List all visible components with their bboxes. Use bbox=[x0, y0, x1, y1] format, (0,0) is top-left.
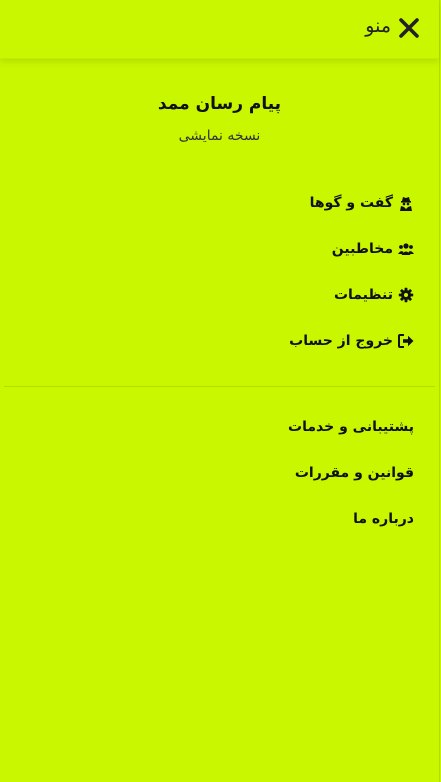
menu-item-about[interactable]: درباره ما bbox=[0, 496, 439, 542]
menu-item-contacts[interactable]: مخاطبین bbox=[0, 226, 439, 272]
menu-item-label: گفت و گوها bbox=[309, 195, 393, 211]
users-icon bbox=[398, 241, 414, 257]
menu-item-support[interactable]: پشتیبانی و خدمات bbox=[0, 404, 439, 450]
menu-item-label: قوانین و مقررات bbox=[294, 465, 414, 481]
menu-divider bbox=[4, 386, 435, 387]
drawer-header: منو bbox=[0, 0, 439, 59]
user-secret-icon bbox=[398, 195, 414, 211]
gear-icon bbox=[398, 287, 414, 303]
menu-item-label: خروج از حساب bbox=[289, 333, 393, 349]
drawer-title: منو bbox=[365, 15, 391, 37]
menu-item-label: درباره ما bbox=[353, 511, 414, 527]
main-menu: گفت و گوها مخاطبین تنظیمات خروج از حساب bbox=[0, 180, 439, 364]
menu-item-label: پشتیبانی و خدمات bbox=[288, 419, 414, 435]
close-icon[interactable] bbox=[397, 16, 421, 40]
menu-item-logout[interactable]: خروج از حساب bbox=[0, 318, 439, 364]
app-name: پیام رسان ممد bbox=[157, 94, 282, 114]
menu-item-settings[interactable]: تنظیمات bbox=[0, 272, 439, 318]
navigation-drawer: منو پیام رسان ممد نسخه نمایشی گفت و گوها bbox=[0, 0, 440, 782]
secondary-menu: پشتیبانی و خدمات قوانین و مقررات درباره … bbox=[0, 404, 439, 542]
menu-item-conversations[interactable]: گفت و گوها bbox=[0, 180, 439, 226]
menu-item-terms[interactable]: قوانین و مقررات bbox=[0, 450, 439, 496]
menu-item-label: مخاطبین bbox=[331, 241, 393, 257]
profile-section: پیام رسان ممد نسخه نمایشی bbox=[0, 90, 439, 146]
sign-out-icon bbox=[398, 333, 414, 349]
menu-item-label: تنظیمات bbox=[333, 287, 393, 303]
version-label: نسخه نمایشی bbox=[178, 128, 261, 144]
